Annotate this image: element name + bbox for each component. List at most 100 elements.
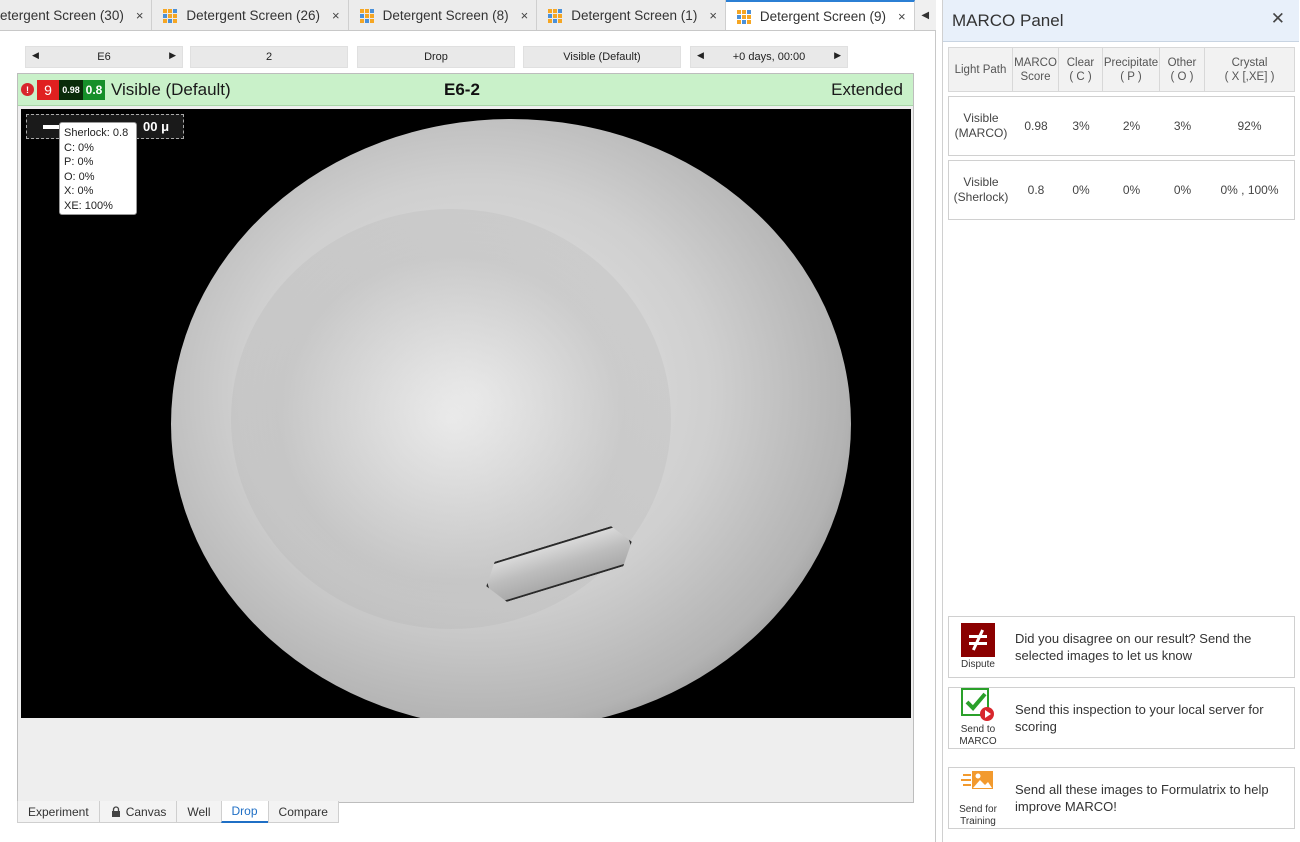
tooltip-line: C: 0%: [64, 141, 94, 154]
focus-mode-label: Extended: [831, 80, 903, 99]
column-header: MARCO Score: [1013, 48, 1059, 91]
light-path-selector[interactable]: Visible (Default): [523, 46, 681, 68]
tooltip-line: X: 0%: [64, 185, 94, 197]
next-time-button[interactable]: ▶: [834, 50, 841, 61]
plate-icon: [548, 8, 563, 23]
table-cell: 0%: [1122, 182, 1141, 197]
tooltip-line: Sherlock: 0.8: [64, 127, 129, 139]
tab-label: Canvas: [125, 804, 167, 819]
column-header: Crystal ( X [,XE] ): [1224, 56, 1275, 83]
score-badge[interactable]: 9: [37, 79, 59, 100]
table-cell: 0.8: [1027, 182, 1045, 197]
tooltip-line: P: 0%: [64, 156, 94, 168]
tab-detergent-screen-9[interactable]: Detergent Screen (9) ×: [725, 0, 915, 30]
panel-header: MARCO Panel ✕: [943, 0, 1299, 42]
send-image-icon: [961, 771, 993, 789]
tab-label: etergent Screen (30): [0, 8, 124, 23]
table-cell: 3%: [1072, 118, 1090, 133]
prev-time-button[interactable]: ◀: [697, 50, 704, 61]
view-tabs: Experiment Canvas Well Drop Compare: [17, 801, 339, 825]
table-cell: Visible (MARCO): [954, 111, 1008, 140]
close-icon[interactable]: ✕: [1271, 9, 1285, 29]
document-tab-strip: etergent Screen (30) × Detergent Screen …: [0, 0, 936, 31]
send-to-marco-button[interactable]: Send to MARCO: [949, 688, 1007, 748]
action-description: Send all these images to Formulatrix to …: [1015, 782, 1269, 814]
drop-selector[interactable]: 2: [190, 46, 348, 68]
table-cell: 0%: [1173, 182, 1192, 197]
close-icon[interactable]: ×: [136, 8, 144, 23]
time-value: +0 days, 00:00: [732, 51, 806, 63]
close-icon[interactable]: ×: [332, 8, 340, 23]
table-cell: 2%: [1122, 118, 1141, 133]
plate-icon: [359, 8, 374, 23]
marco-results-table: Light Path MARCO Score Clear ( C ) Preci…: [948, 47, 1295, 220]
panel-title: MARCO Panel: [952, 11, 1064, 30]
tab-scroll-left-button[interactable]: ◀: [914, 0, 936, 30]
close-icon[interactable]: ×: [898, 9, 906, 24]
sherlock-score-badge: 0.8: [83, 79, 105, 100]
drop-info-bar: ! 9 0.98 0.8 Visible (Default) E6-2 Exte…: [18, 74, 913, 106]
send-to-marco-action[interactable]: Send to MARCO Send this inspection to yo…: [948, 687, 1295, 749]
table-cell: Visible (Sherlock): [953, 175, 1009, 204]
send-check-icon: [961, 688, 994, 721]
column-header: Clear ( C ): [1059, 48, 1103, 91]
dispute-action[interactable]: Dispute Did you disagree on our result? …: [948, 616, 1295, 678]
action-description: Did you disagree on our result? Send the…: [1015, 631, 1252, 663]
tab-experiment[interactable]: Experiment: [17, 801, 100, 823]
send-for-training-action[interactable]: Send for Training Send all these images …: [948, 767, 1295, 829]
tooltip-line: O: 0%: [64, 170, 95, 183]
send-for-training-button[interactable]: Send for Training: [949, 768, 1007, 828]
action-label: Dispute: [961, 659, 995, 670]
tab-drop[interactable]: Drop: [220, 801, 269, 823]
tab-detergent-screen-30[interactable]: etergent Screen (30) ×: [0, 0, 153, 30]
error-icon: !: [21, 83, 34, 96]
drop-image-frame: ! 9 0.98 0.8 Visible (Default) E6-2 Exte…: [17, 73, 914, 803]
tab-label: Detergent Screen (26): [186, 8, 320, 23]
tab-canvas[interactable]: Canvas: [98, 801, 178, 823]
tab-detergent-screen-1[interactable]: Detergent Screen (1) ×: [537, 0, 726, 30]
table-header: Light Path MARCO Score Clear ( C ) Preci…: [948, 47, 1295, 92]
image-type-selector[interactable]: Drop: [357, 46, 515, 68]
score-tooltip: Sherlock: 0.8 C: 0% P: 0% O: 0% X: 0% XE…: [59, 122, 137, 215]
column-header: Other ( O ): [1160, 48, 1205, 91]
well-value: E6: [97, 51, 111, 63]
table-cell: 3%: [1173, 118, 1192, 133]
tab-label: Detergent Screen (1): [571, 8, 698, 23]
light-path-label: Visible (Default): [111, 79, 231, 99]
lock-icon: [111, 805, 120, 817]
next-well-button[interactable]: ▶: [169, 50, 176, 61]
navigation-row: ◀ E6 ▶ 2 Drop Visible (Default) ◀ +0 day…: [25, 46, 905, 68]
dispute-button[interactable]: Dispute: [949, 617, 1007, 677]
action-description: Send this inspection to your local serve…: [1015, 702, 1264, 734]
plate-icon: [736, 9, 751, 24]
plate-icon: [163, 8, 178, 23]
tab-detergent-screen-26[interactable]: Detergent Screen (26) ×: [152, 0, 349, 30]
not-equal-icon: [961, 623, 995, 657]
time-selector[interactable]: ◀ +0 days, 00:00 ▶: [690, 46, 848, 68]
drop-image[interactable]: 00 μ Sherlock: 0.8 C: 0% P: 0% O: 0% X: …: [21, 109, 911, 718]
close-icon[interactable]: ×: [521, 8, 529, 23]
column-header: Light Path: [949, 48, 1013, 91]
tab-compare[interactable]: Compare: [267, 801, 339, 823]
tab-detergent-screen-8[interactable]: Detergent Screen (8) ×: [348, 0, 538, 30]
marco-score-badge: 0.98: [59, 79, 83, 100]
prev-well-button[interactable]: ◀: [32, 50, 39, 61]
tab-label: Detergent Screen (9): [759, 9, 886, 24]
marco-panel: MARCO Panel ✕ Light Path MARCO Score Cle…: [942, 0, 1300, 842]
table-cell: 0%: [1072, 182, 1090, 197]
action-label: Send for Training: [959, 804, 997, 827]
tooltip-line: XE: 100%: [64, 199, 113, 212]
table-row[interactable]: Visible (MARCO) 0.98 3% 2% 3% 92%: [948, 96, 1295, 156]
close-icon[interactable]: ×: [709, 8, 717, 23]
well-drop-label: E6-2: [444, 80, 480, 99]
column-header: Precipitate ( P ): [1103, 48, 1160, 91]
well-selector[interactable]: ◀ E6 ▶: [25, 46, 183, 68]
table-row[interactable]: Visible (Sherlock) 0.8 0% 0% 0% 0% , 100…: [948, 160, 1295, 220]
tab-well[interactable]: Well: [176, 801, 222, 823]
table-cell: 0.98: [1024, 118, 1048, 133]
drop-view-area: ◀ E6 ▶ 2 Drop Visible (Default) ◀ +0 day…: [0, 31, 936, 842]
table-cell: 92%: [1237, 118, 1262, 133]
scale-label: 00 μ: [143, 119, 170, 134]
action-label: Send to MARCO: [959, 724, 997, 747]
tab-label: Detergent Screen (8): [382, 8, 509, 23]
